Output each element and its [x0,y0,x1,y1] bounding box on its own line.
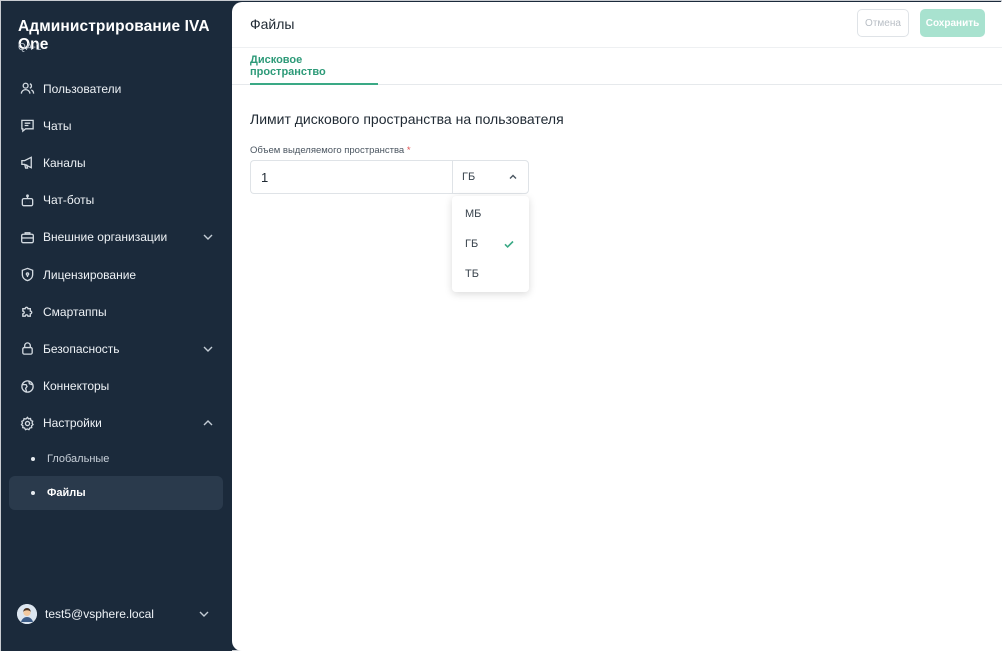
section-title: Лимит дискового пространства на пользова… [250,111,564,127]
cancel-button[interactable]: Отмена [857,9,909,37]
unit-option-label: МБ [465,208,482,220]
tab-disk-space[interactable]: Дисковое пространство [250,48,378,85]
space-amount-input[interactable]: 1 [250,160,453,194]
chevron-up-icon [201,416,215,430]
chevron-down-icon [201,342,215,356]
sidebar: Администрирование IVA One QA-1 Пользоват… [1,1,232,651]
chevron-down-icon [197,607,211,621]
bullet-icon [31,456,35,461]
sidebar-item-label: Каналы [43,155,86,170]
globe-icon [19,378,35,394]
chat-icon [19,118,35,134]
megaphone-icon [19,155,35,171]
sidebar-subitem-files[interactable]: Файлы [9,475,223,510]
shield-icon [19,267,35,283]
sidebar-subitem-label: Глобальные [47,452,110,465]
sidebar-item-connectors[interactable]: Коннекторы [1,368,232,405]
user-email: test5@vsphere.local [45,607,154,621]
tab-bar: Дисковое пространство [232,48,1002,85]
unit-option-gb[interactable]: ГБ [452,229,529,259]
bullet-icon [31,490,35,495]
sidebar-item-label: Настройки [43,416,102,431]
sidebar-subitem-label: Файлы [47,486,86,499]
sidebar-nav: Пользователи Чаты Каналы Чат-боты Внешни… [1,70,232,510]
page-title: Файлы [250,16,295,32]
required-mark: * [406,145,411,156]
sidebar-item-settings[interactable]: Настройки [1,405,232,442]
users-icon [19,81,35,97]
puzzle-icon [19,304,35,320]
check-icon [503,238,515,250]
unit-option-mb[interactable]: МБ [452,199,529,229]
briefcase-icon [19,229,35,245]
unit-select-value: ГБ [462,171,476,183]
main-content: Файлы Отмена Сохранить Дисковое простран… [232,2,1002,651]
chevron-down-icon [201,230,215,244]
sidebar-item-label: Лицензирование [43,267,137,282]
sidebar-item-channels[interactable]: Каналы [1,144,232,181]
app-subtitle: QA-1 [18,42,42,53]
unit-select[interactable]: ГБ [452,160,529,194]
sidebar-item-label: Чат-боты [43,193,95,208]
user-menu[interactable]: test5@vsphere.local [17,603,217,625]
unit-dropdown: МБ ГБ ТБ [452,196,529,292]
sidebar-item-security[interactable]: Безопасность [1,330,232,367]
sidebar-item-users[interactable]: Пользователи [1,70,232,107]
save-button[interactable]: Сохранить [920,9,985,37]
field-label-text: Объем выделяемого пространства [250,145,405,156]
app-title: Администрирование IVA One [18,18,210,53]
sidebar-subitem-global[interactable]: Глобальные [9,442,223,476]
bot-icon [19,192,35,208]
field-label: Объем выделяемого пространства * [250,145,411,156]
lock-icon [19,341,35,357]
sidebar-item-chatbots[interactable]: Чат-боты [1,182,232,219]
sidebar-item-label: Коннекторы [43,379,110,394]
sidebar-item-licensing[interactable]: Лицензирование [1,256,232,293]
avatar [17,604,37,624]
unit-option-tb[interactable]: ТБ [452,259,529,289]
sidebar-item-chats[interactable]: Чаты [1,107,232,144]
gear-icon [19,415,35,431]
unit-option-label: ГБ [465,238,479,250]
sidebar-item-label: Смартаппы [43,304,107,319]
sidebar-item-smartapps[interactable]: Смартаппы [1,293,232,330]
sidebar-item-label: Чаты [43,118,72,133]
sidebar-item-label: Внешние организации [43,230,168,245]
sidebar-item-label: Пользователи [43,81,122,96]
sidebar-item-external-orgs[interactable]: Внешние организации [1,219,232,256]
page-header: Файлы Отмена Сохранить [232,2,1002,48]
app-window: Администрирование IVA One QA-1 Пользоват… [0,0,1002,651]
sidebar-item-label: Безопасность [43,341,120,356]
chevron-up-icon [507,171,519,183]
unit-option-label: ТБ [465,268,479,280]
